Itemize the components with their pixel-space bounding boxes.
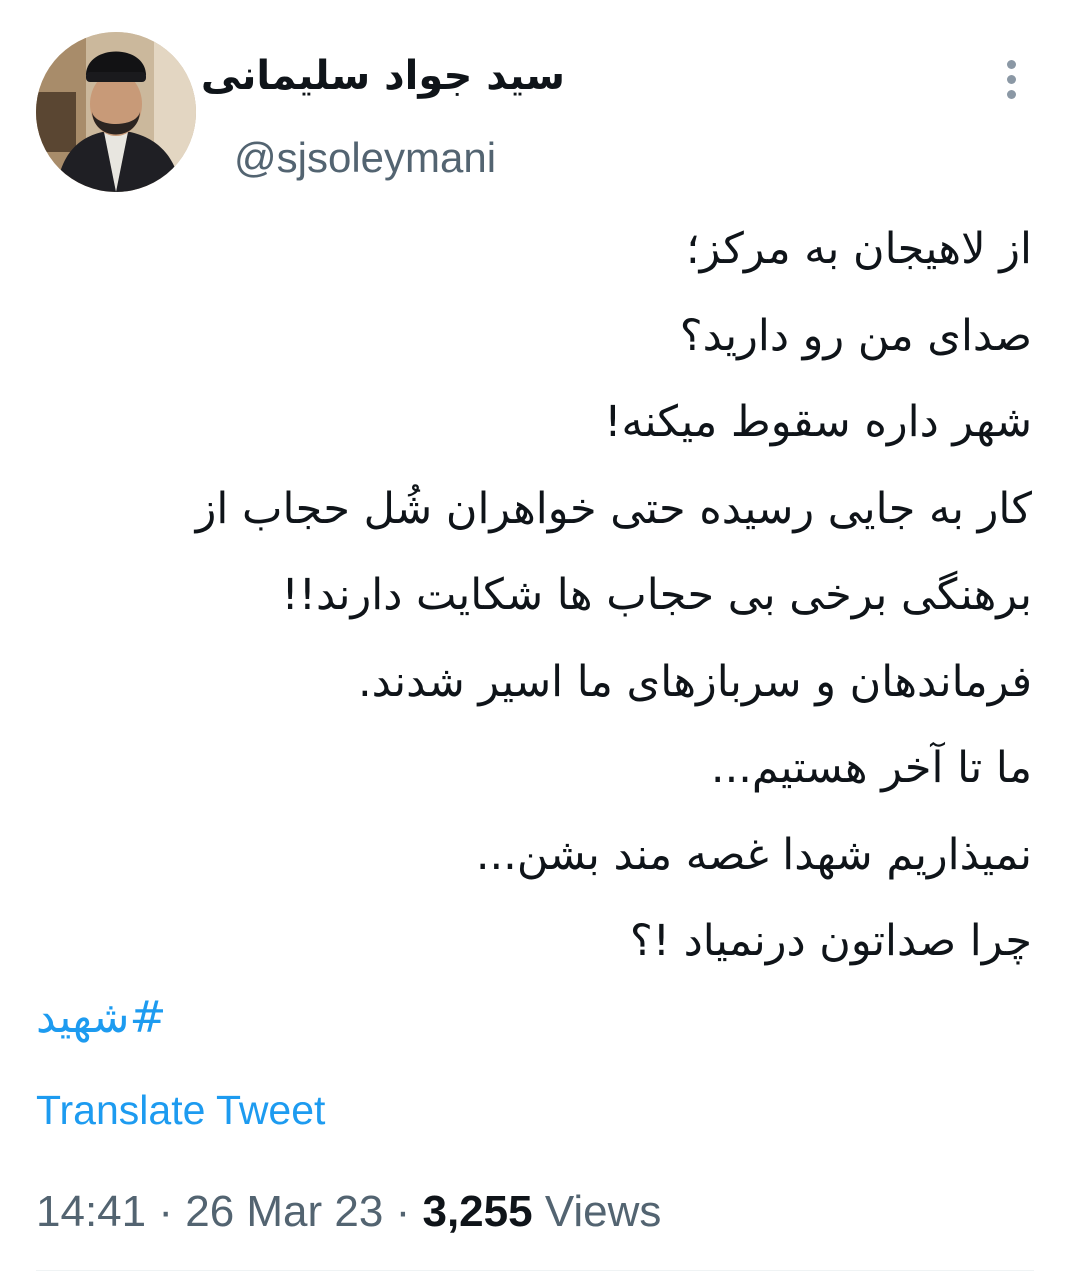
tweet-text-line: از لاهیجان به مرکز؛ [686, 224, 1032, 274]
meta-separator: · [158, 1187, 173, 1236]
tweet-text-line: صدای من رو دارید؟ [679, 310, 1032, 361]
tweet-date[interactable]: 26 Mar 23 [185, 1187, 383, 1236]
author-handle[interactable]: @sjsoleymani [234, 132, 496, 184]
more-vertical-icon-dot [1007, 90, 1016, 99]
more-vertical-icon-dot [1007, 75, 1016, 84]
tweet-text-line: چرا صداتون درنمیاد !؟ [629, 916, 1032, 966]
views-label: Views [544, 1187, 662, 1236]
tweet-text-line: کار به جایی رسیده حتی خواهران شُل حجاب ا… [195, 483, 1032, 534]
translate-tweet-link[interactable]: Translate Tweet [36, 1084, 325, 1136]
divider [36, 1270, 1034, 1271]
tweet-text: از لاهیجان به مرکز؛ صدای من رو دارید؟ شه… [32, 206, 1032, 985]
tweet-meta: 14:41 · 26 Mar 23 · 3,255 Views [36, 1182, 661, 1242]
tweet-card: سید جواد سلیمانی @sjsoleymani از لاهیجان… [0, 0, 1070, 1280]
hashtag-link[interactable]: #شهید [36, 986, 166, 1050]
tweet-text-line: نمیذاریم شهدا غصه مند بشن... [475, 829, 1032, 880]
more-vertical-icon [1007, 60, 1016, 69]
tweet-text-line: برهنگی برخی بی حجاب ها شکایت دارند!! [281, 570, 1032, 620]
avatar[interactable] [36, 32, 196, 192]
meta-separator: · [395, 1187, 411, 1236]
author-display-name[interactable]: سید جواد سلیمانی [201, 48, 565, 104]
views-count[interactable]: 3,255 [422, 1187, 532, 1236]
user-portrait-icon [36, 32, 196, 192]
tweet-time[interactable]: 14:41 [36, 1187, 146, 1236]
more-options-button[interactable] [994, 54, 1030, 104]
tweet-text-line: ما تا آخر هستیم... [710, 743, 1032, 793]
tweet-text-line: شهر داره سقوط میکنه! [604, 397, 1032, 447]
tweet-text-line: فرماندهان و سربازهای ما اسیر شدند. [357, 656, 1032, 707]
